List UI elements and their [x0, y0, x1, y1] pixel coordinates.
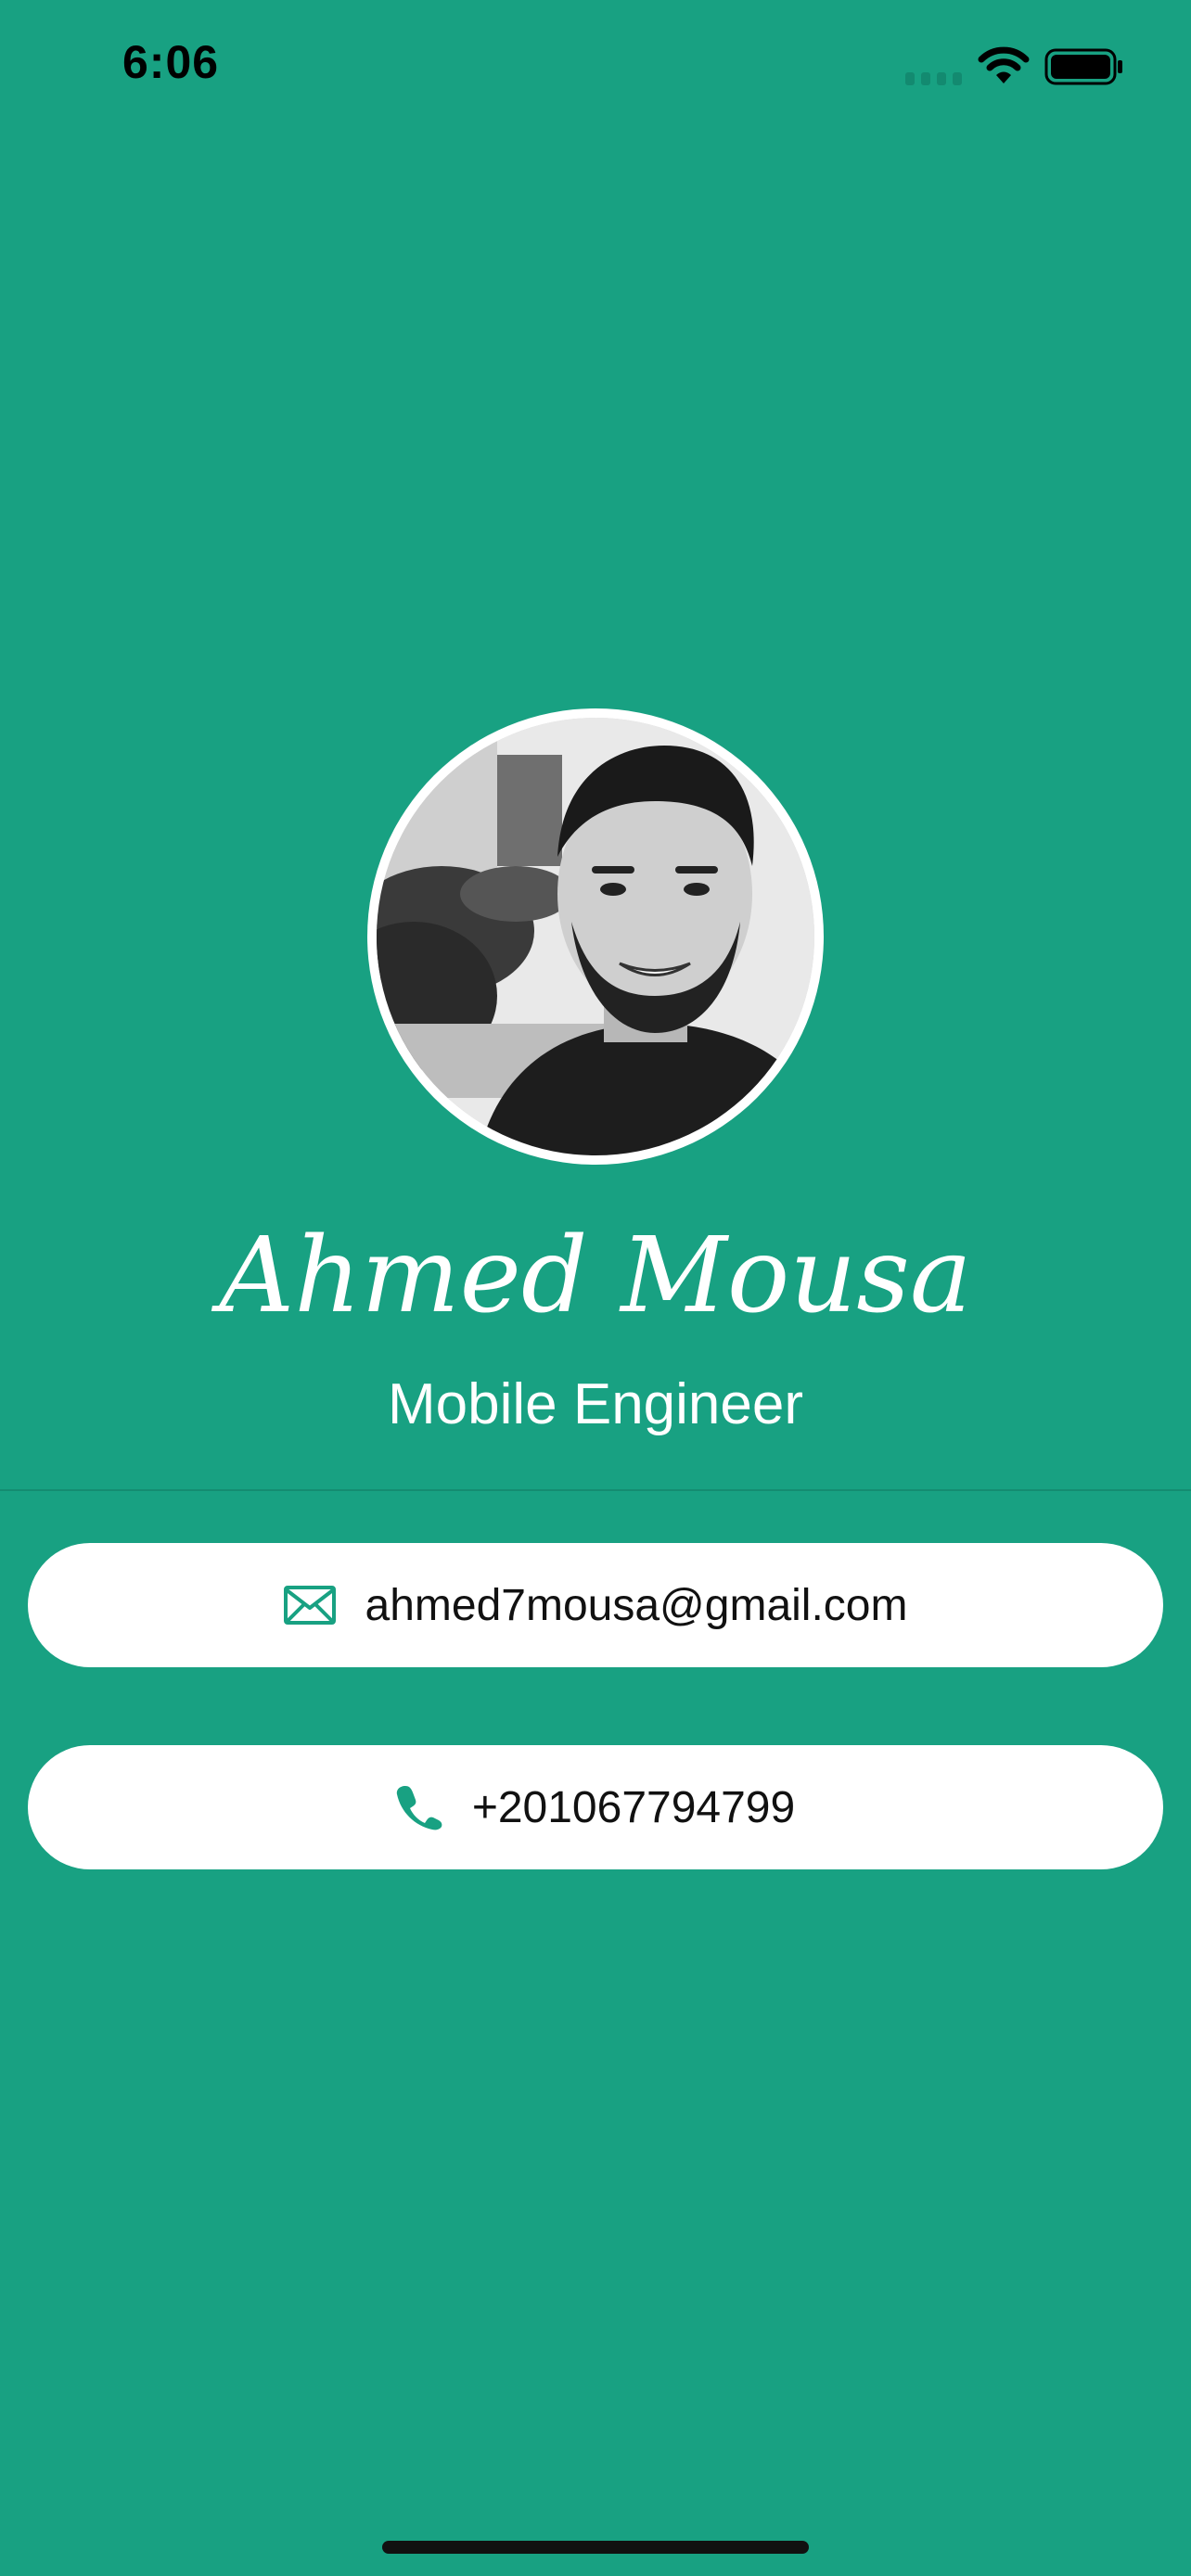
email-card[interactable]: ahmed7mousa@gmail.com	[28, 1543, 1163, 1667]
cellular-signal-icon	[905, 72, 962, 85]
phone-icon	[396, 1784, 442, 1830]
profile-photo-icon	[377, 718, 814, 1155]
battery-icon	[1044, 48, 1122, 85]
home-indicator[interactable]	[382, 2541, 809, 2554]
phone-card[interactable]: +201067794799	[28, 1745, 1163, 1869]
wifi-icon	[978, 46, 1030, 83]
avatar	[377, 718, 814, 1155]
envelope-icon	[283, 1586, 336, 1625]
profile-role: Mobile Engineer	[387, 1372, 804, 1436]
status-bar: 6:06	[0, 0, 1191, 130]
status-time: 6:06	[122, 36, 220, 88]
profile-name: Ahmed Mousa	[219, 1216, 972, 1336]
section-divider	[0, 1489, 1191, 1491]
email-text: ahmed7mousa@gmail.com	[365, 1580, 908, 1630]
avatar-frame	[367, 708, 824, 1165]
phone-text: +201067794799	[471, 1782, 796, 1832]
